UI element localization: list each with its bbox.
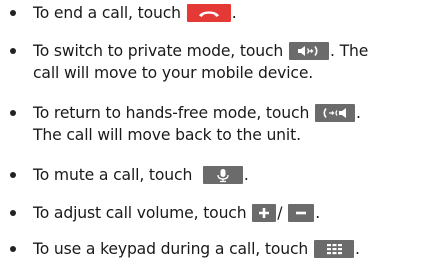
- item-text: To switch to private mode, touch: [33, 42, 284, 60]
- item-suffix: . The: [329, 42, 369, 60]
- item-text: To end a call, touch: [33, 4, 181, 22]
- item-continuation-text: The call will move back to the unit.: [33, 126, 301, 144]
- list-item-volume: To adjust call volume, touch / .: [9, 202, 441, 224]
- bullet-dot: [10, 172, 16, 178]
- bullet-dot: [10, 246, 16, 252]
- bullet-dot: [10, 48, 16, 54]
- list-item-mute: To mute a call, touch .: [9, 164, 441, 186]
- bullet-dot: [10, 10, 16, 16]
- end-call-icon: [186, 3, 231, 22]
- microphone-icon: [202, 165, 243, 184]
- list-item-private-mode: To switch to private mode, touch . The: [9, 40, 441, 62]
- private-mode-icon: [288, 41, 329, 60]
- item-suffix: .: [315, 204, 321, 222]
- list-item-keypad: To use a keypad during a call, touch .: [9, 238, 441, 260]
- item-text: To adjust call volume, touch: [33, 204, 247, 222]
- volume-up-icon: [252, 203, 277, 222]
- item-suffix: .: [354, 240, 360, 258]
- bullet-dot: [10, 210, 16, 216]
- item-suffix: .: [356, 104, 361, 122]
- bullet-dot: [10, 110, 16, 116]
- list-item-hands-free-mode: To return to hands-free mode, touch .: [9, 102, 441, 124]
- volume-separator: /: [277, 204, 283, 222]
- item-text: To return to hands-free mode, touch: [33, 104, 310, 122]
- keypad-icon: [313, 239, 354, 258]
- item-suffix: .: [243, 166, 249, 184]
- list-item-end-call: To end a call, touch .: [9, 2, 441, 24]
- item-suffix: .: [231, 4, 237, 22]
- item-continuation-text: call will move to your mobile device.: [33, 64, 314, 82]
- volume-down-icon: [288, 203, 315, 222]
- hands-free-mode-icon: [315, 103, 355, 122]
- list-item-continuation: The call will move back to the unit.: [9, 124, 441, 146]
- list-item-continuation: call will move to your mobile device.: [9, 62, 441, 84]
- item-text: To mute a call, touch: [33, 166, 193, 184]
- item-text: To use a keypad during a call, touch: [33, 240, 309, 258]
